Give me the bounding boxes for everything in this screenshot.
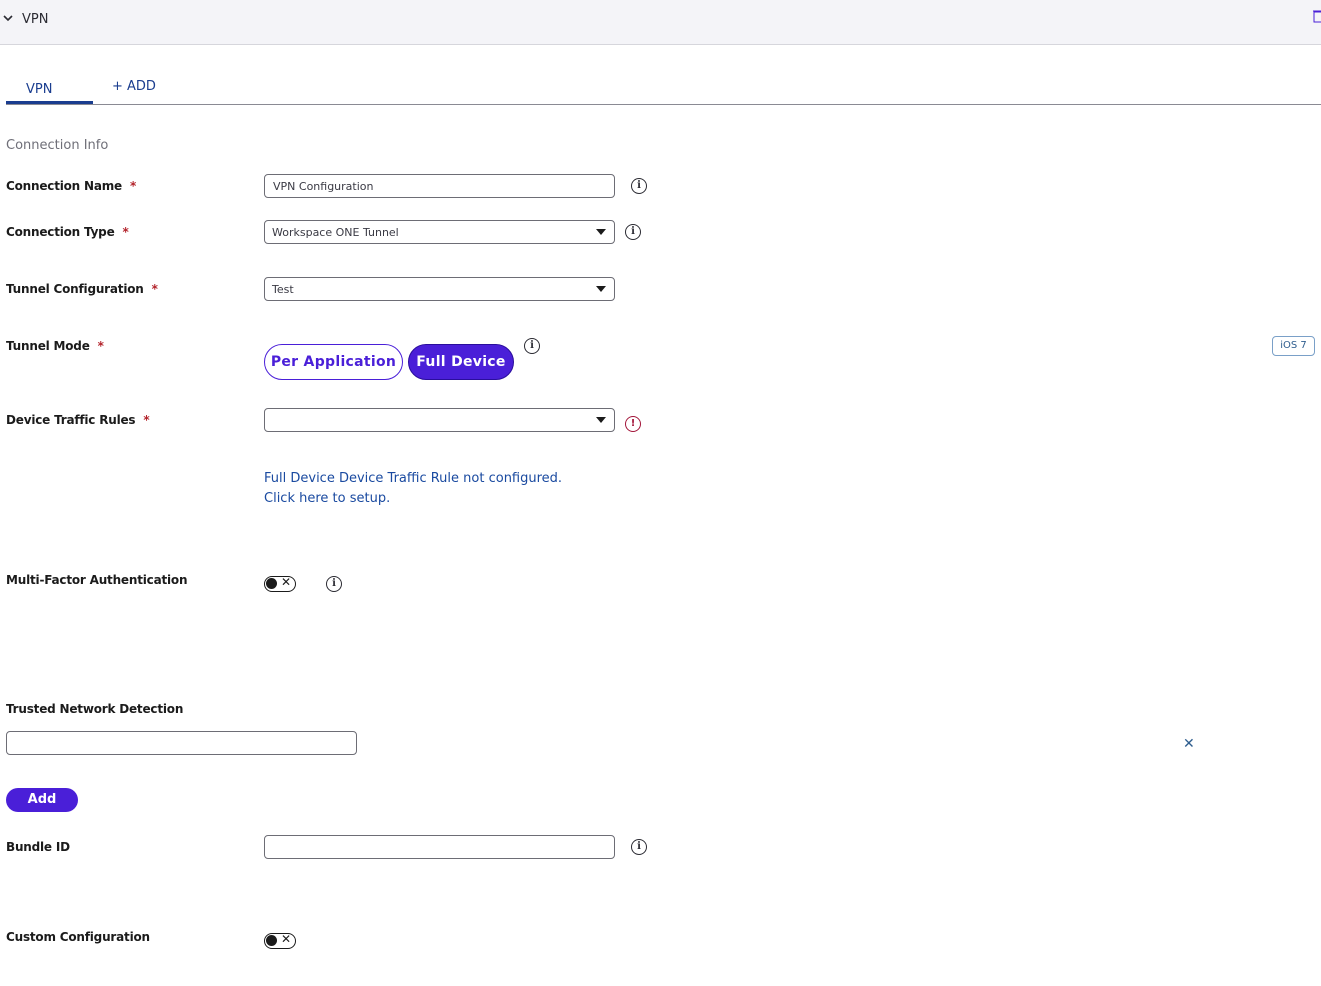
caret-down-icon [596, 229, 606, 235]
add-trusted-network-button[interactable]: Add [6, 788, 78, 812]
device-traffic-rules-select[interactable] [264, 408, 615, 432]
info-icon[interactable]: i [326, 576, 342, 592]
custom-configuration-label: Custom Configuration [6, 930, 150, 944]
info-icon[interactable]: i [631, 178, 647, 194]
bundle-id-input[interactable] [264, 835, 615, 859]
info-icon[interactable]: i [625, 224, 641, 240]
custom-configuration-toggle[interactable]: ✕ [264, 932, 296, 949]
connection-name-input[interactable] [264, 174, 615, 198]
error-icon: ! [625, 416, 641, 432]
ios-version-badge: iOS 7 [1272, 336, 1315, 356]
device-traffic-rules-label: Device Traffic Rules * [6, 413, 150, 427]
bundle-id-label: Bundle ID [6, 840, 70, 854]
trusted-network-label: Trusted Network Detection [6, 702, 184, 716]
payload-tabs: VPN + ADD [6, 70, 1321, 105]
tunnel-configuration-label: Tunnel Configuration * [6, 282, 158, 296]
tab-vpn[interactable]: VPN [6, 70, 93, 104]
caret-down-icon [596, 286, 606, 292]
connection-type-select[interactable]: Workspace ONE Tunnel [264, 220, 615, 244]
close-icon: ✕ [281, 932, 292, 946]
caret-down-icon [596, 417, 606, 423]
trash-icon[interactable] [1313, 9, 1321, 23]
tunnel-mode-label: Tunnel Mode * [6, 339, 104, 353]
tunnel-mode-full-device[interactable]: Full Device [408, 344, 514, 380]
connection-info-heading: Connection Info [6, 138, 109, 153]
info-icon[interactable]: i [631, 839, 647, 855]
close-icon: ✕ [281, 575, 292, 589]
vpn-section-header[interactable]: VPN [0, 0, 1321, 45]
remove-entry-icon[interactable]: ✕ [1183, 736, 1195, 752]
connection-type-label: Connection Type * [6, 225, 129, 239]
mfa-toggle[interactable]: ✕ [264, 575, 296, 592]
traffic-rule-warning-text: Full Device Device Traffic Rule not conf… [264, 471, 563, 486]
tab-add[interactable]: + ADD [112, 70, 172, 104]
tunnel-configuration-select[interactable]: Test [264, 277, 615, 301]
connection-name-label: Connection Name * [6, 179, 137, 193]
traffic-rule-setup-link[interactable]: Click here to setup. [264, 491, 390, 506]
info-icon[interactable]: i [524, 338, 540, 354]
section-title: VPN [22, 12, 49, 27]
mfa-label: Multi-Factor Authentication [6, 573, 188, 587]
chevron-down-icon[interactable] [2, 11, 14, 27]
trusted-network-input[interactable] [6, 731, 357, 755]
tunnel-mode-per-application[interactable]: Per Application [264, 344, 403, 380]
